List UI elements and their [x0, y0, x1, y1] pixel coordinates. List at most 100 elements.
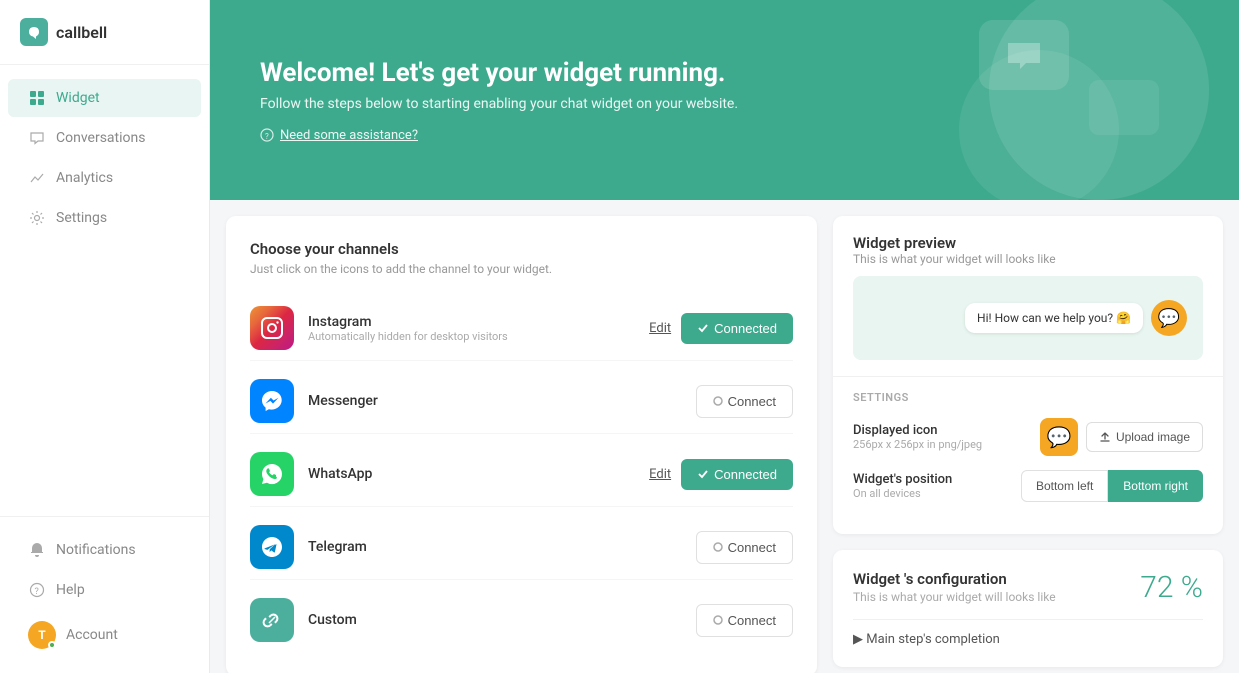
preview-chat-area: Hi! How can we help you? 🤗 💬	[853, 276, 1203, 360]
main-content: Welcome! Let's get your widget running. …	[210, 0, 1239, 673]
svg-text:?: ?	[35, 587, 39, 597]
channel-row-instagram: Instagram Automatically hidden for deskt…	[250, 296, 793, 361]
messenger-name: Messenger	[308, 393, 682, 409]
left-column: Choose your channels Just click on the i…	[226, 216, 817, 673]
preview-title: Widget preview	[853, 234, 1203, 252]
settings-icon	[28, 209, 46, 227]
custom-icon	[250, 598, 294, 642]
chat-bubble-text: Hi! How can we help you? 🤗	[977, 311, 1131, 325]
sidebar-item-conversations-label: Conversations	[56, 130, 145, 146]
channel-row-messenger: Messenger Connect	[250, 369, 793, 434]
analytics-icon	[28, 169, 46, 187]
whatsapp-name: WhatsApp	[308, 466, 635, 482]
channels-card: Choose your channels Just click on the i…	[226, 216, 817, 673]
widget-icon	[28, 89, 46, 107]
notifications-label: Notifications	[56, 542, 136, 558]
config-subtitle: This is what your widget will looks like	[853, 590, 1056, 604]
messenger-info: Messenger	[308, 393, 682, 409]
telegram-actions: Connect	[696, 531, 793, 564]
avatar: T	[28, 621, 56, 649]
config-header: Widget 's configuration This is what you…	[853, 570, 1203, 605]
hero-help-text: Need some assistance?	[280, 128, 418, 143]
displayed-icon-row: Displayed icon 256px x 256px in png/jpeg…	[853, 418, 1203, 456]
sidebar-item-help[interactable]: ? Help	[8, 571, 201, 609]
whatsapp-icon	[250, 452, 294, 496]
instagram-desc: Automatically hidden for desktop visitor…	[308, 330, 635, 343]
upload-image-btn[interactable]: Upload image	[1086, 422, 1203, 452]
position-label: Widget's position	[853, 472, 952, 487]
instagram-actions: Edit Connected	[649, 313, 793, 344]
preview-settings: Settings Displayed icon 256px x 256px in…	[833, 376, 1223, 534]
custom-name: Custom	[308, 612, 682, 628]
config-card: Widget 's configuration This is what you…	[833, 550, 1223, 667]
logo-text: callbell	[56, 23, 107, 42]
content-area: Choose your channels Just click on the i…	[210, 200, 1239, 673]
hero-subtitle: Follow the steps below to starting enabl…	[260, 96, 1189, 112]
right-column: Widget preview This is what your widget …	[833, 216, 1223, 673]
telegram-info: Telegram	[308, 539, 682, 555]
svg-text:?: ?	[265, 132, 269, 141]
telegram-connect-btn[interactable]: Connect	[696, 531, 793, 564]
conversations-icon	[28, 129, 46, 147]
sidebar-nav: Widget Conversations Analytics	[0, 65, 209, 516]
chat-bubble: Hi! How can we help you? 🤗	[965, 303, 1143, 333]
displayed-icon-label: Displayed icon	[853, 423, 982, 438]
account-label: Account	[66, 627, 118, 643]
instagram-name: Instagram	[308, 314, 635, 330]
instagram-icon	[250, 306, 294, 350]
custom-info: Custom	[308, 612, 682, 628]
widget-chat-icon: 💬	[1151, 300, 1187, 336]
bell-icon	[28, 541, 46, 559]
channels-title: Choose your channels	[250, 240, 793, 258]
logo: callbell	[0, 0, 209, 65]
sidebar: callbell Widget Conversations	[0, 0, 210, 673]
whatsapp-edit-link[interactable]: Edit	[649, 467, 671, 482]
help-icon: ?	[28, 581, 46, 599]
position-buttons: Bottom left Bottom right	[1021, 470, 1203, 502]
whatsapp-info: WhatsApp	[308, 466, 635, 482]
config-title: Widget 's configuration	[853, 570, 1056, 588]
channel-row-whatsapp: WhatsApp Edit Connected	[250, 442, 793, 507]
custom-connect-btn[interactable]: Connect	[696, 604, 793, 637]
instagram-edit-link[interactable]: Edit	[649, 321, 671, 336]
whatsapp-connected-btn[interactable]: Connected	[681, 459, 793, 490]
sidebar-item-widget-label: Widget	[56, 90, 100, 106]
displayed-icon-desc: 256px x 256px in png/jpeg	[853, 438, 982, 451]
settings-section-label: Settings	[853, 391, 1203, 404]
messenger-icon	[250, 379, 294, 423]
completion-label: ▶ Main step's completion	[853, 632, 1000, 647]
config-completion-link[interactable]: ▶ Main step's completion	[853, 619, 1203, 647]
sidebar-item-conversations[interactable]: Conversations	[8, 119, 201, 157]
position-info: Widget's position On all devices	[853, 472, 952, 500]
help-label: Help	[56, 582, 85, 598]
sidebar-item-settings-label: Settings	[56, 210, 107, 226]
instagram-info: Instagram Automatically hidden for deskt…	[308, 314, 635, 343]
preview-header: Widget preview This is what your widget …	[833, 216, 1223, 276]
sidebar-item-widget[interactable]: Widget	[8, 79, 201, 117]
channel-list: Instagram Automatically hidden for deskt…	[250, 296, 793, 652]
sidebar-item-account[interactable]: T Account	[8, 611, 201, 659]
sidebar-item-analytics[interactable]: Analytics	[8, 159, 201, 197]
sidebar-item-notifications[interactable]: Notifications	[8, 531, 201, 569]
preview-subtitle: This is what your widget will looks like	[853, 252, 1203, 266]
hero-banner: Welcome! Let's get your widget running. …	[210, 0, 1239, 200]
telegram-icon	[250, 525, 294, 569]
logo-icon	[20, 18, 48, 46]
sidebar-item-analytics-label: Analytics	[56, 170, 113, 186]
icon-preview: 💬	[1040, 418, 1078, 456]
channels-subtitle: Just click on the icons to add the chann…	[250, 262, 793, 276]
channel-row-telegram: Telegram Connect	[250, 515, 793, 580]
sidebar-item-settings[interactable]: Settings	[8, 199, 201, 237]
position-left-btn[interactable]: Bottom left	[1021, 470, 1108, 502]
upload-label: Upload image	[1116, 430, 1190, 444]
config-info: Widget 's configuration This is what you…	[853, 570, 1056, 604]
instagram-connected-btn[interactable]: Connected	[681, 313, 793, 344]
sidebar-bottom: Notifications ? Help T Account	[0, 516, 209, 673]
position-right-btn[interactable]: Bottom right	[1108, 470, 1203, 502]
messenger-connect-btn[interactable]: Connect	[696, 385, 793, 418]
custom-actions: Connect	[696, 604, 793, 637]
widget-preview-card: Widget preview This is what your widget …	[833, 216, 1223, 534]
config-percent: 72 %	[1140, 570, 1203, 605]
displayed-icon-controls: 💬 Upload image	[1040, 418, 1203, 456]
whatsapp-actions: Edit Connected	[649, 459, 793, 490]
